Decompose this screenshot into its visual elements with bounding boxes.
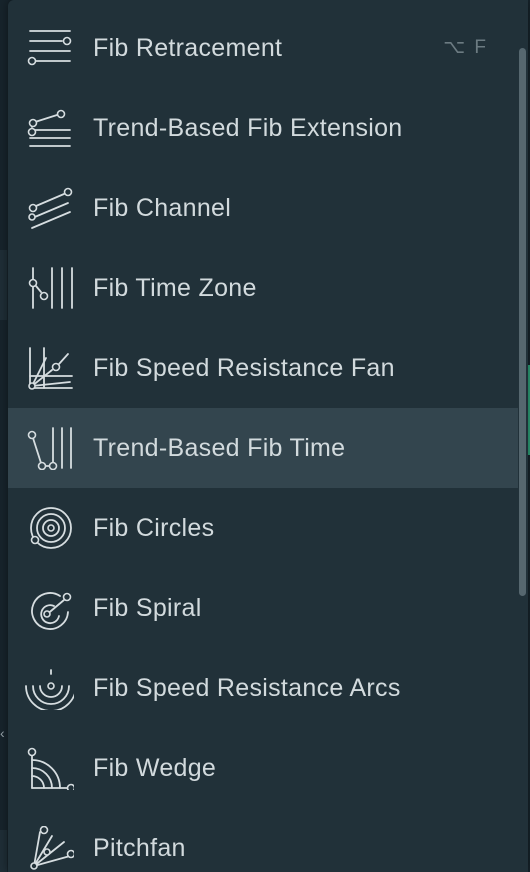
menu-item-label: Trend-Based Fib Extension — [93, 114, 403, 142]
keyboard-shortcut: ⌥ F — [443, 37, 488, 58]
fib-time-zone-icon — [24, 266, 74, 310]
menu-item-label: Pitchfan — [93, 834, 186, 862]
menu-item-label: Fib Time Zone — [93, 274, 257, 302]
background-left-edge: ‹ — [0, 0, 8, 872]
trend-based-fib-extension-icon — [24, 106, 74, 150]
fib-speed-resistance-arcs-icon — [24, 666, 74, 710]
background-panel-fragment — [0, 830, 7, 872]
pitchfan-icon — [24, 826, 74, 870]
menu-item-label: Fib Circles — [93, 514, 215, 542]
menu-item-label: Fib Speed Resistance Fan — [93, 354, 395, 382]
menu-item-fib-spiral[interactable]: Fib Spiral — [8, 568, 518, 648]
menu-item-label: Fib Retracement — [93, 34, 283, 62]
fib-tools-dropdown-menu: Fib Retracement ⌥ F Trend-Based Fib Exte… — [8, 0, 528, 872]
menu-item-fib-speed-resistance-arcs[interactable]: Fib Speed Resistance Arcs — [8, 648, 518, 728]
fib-channel-icon — [24, 186, 74, 230]
menu-item-fib-circles[interactable]: Fib Circles — [8, 488, 518, 568]
fib-circles-icon — [24, 506, 74, 550]
menu-item-trend-based-fib-extension[interactable]: Trend-Based Fib Extension — [8, 88, 518, 168]
fib-speed-resistance-fan-icon — [24, 346, 74, 390]
menu-item-label: Fib Spiral — [93, 594, 202, 622]
menu-item-trend-based-fib-time[interactable]: Trend-Based Fib Time — [8, 408, 518, 488]
menu-item-fib-channel[interactable]: Fib Channel — [8, 168, 518, 248]
menu-item-fib-speed-resistance-fan[interactable]: Fib Speed Resistance Fan — [8, 328, 518, 408]
menu-item-label: Fib Speed Resistance Arcs — [93, 674, 401, 702]
menu-item-fib-retracement[interactable]: Fib Retracement ⌥ F — [8, 8, 518, 88]
chevron-left-icon: ‹ — [0, 725, 5, 741]
menu-item-label: Trend-Based Fib Time — [93, 434, 346, 462]
menu-item-label: Fib Wedge — [93, 754, 217, 782]
fib-spiral-icon — [24, 586, 74, 630]
fib-retracement-icon — [24, 26, 74, 70]
menu-item-fib-time-zone[interactable]: Fib Time Zone — [8, 248, 518, 328]
background-panel-fragment — [0, 250, 7, 320]
menu-item-fib-wedge[interactable]: Fib Wedge — [8, 728, 518, 808]
menu-item-pitchfan[interactable]: Pitchfan — [8, 808, 518, 872]
trend-based-fib-time-icon — [24, 426, 74, 470]
menu-scrollbar[interactable] — [519, 48, 526, 596]
menu-item-label: Fib Channel — [93, 194, 232, 222]
fib-wedge-icon — [24, 746, 74, 790]
